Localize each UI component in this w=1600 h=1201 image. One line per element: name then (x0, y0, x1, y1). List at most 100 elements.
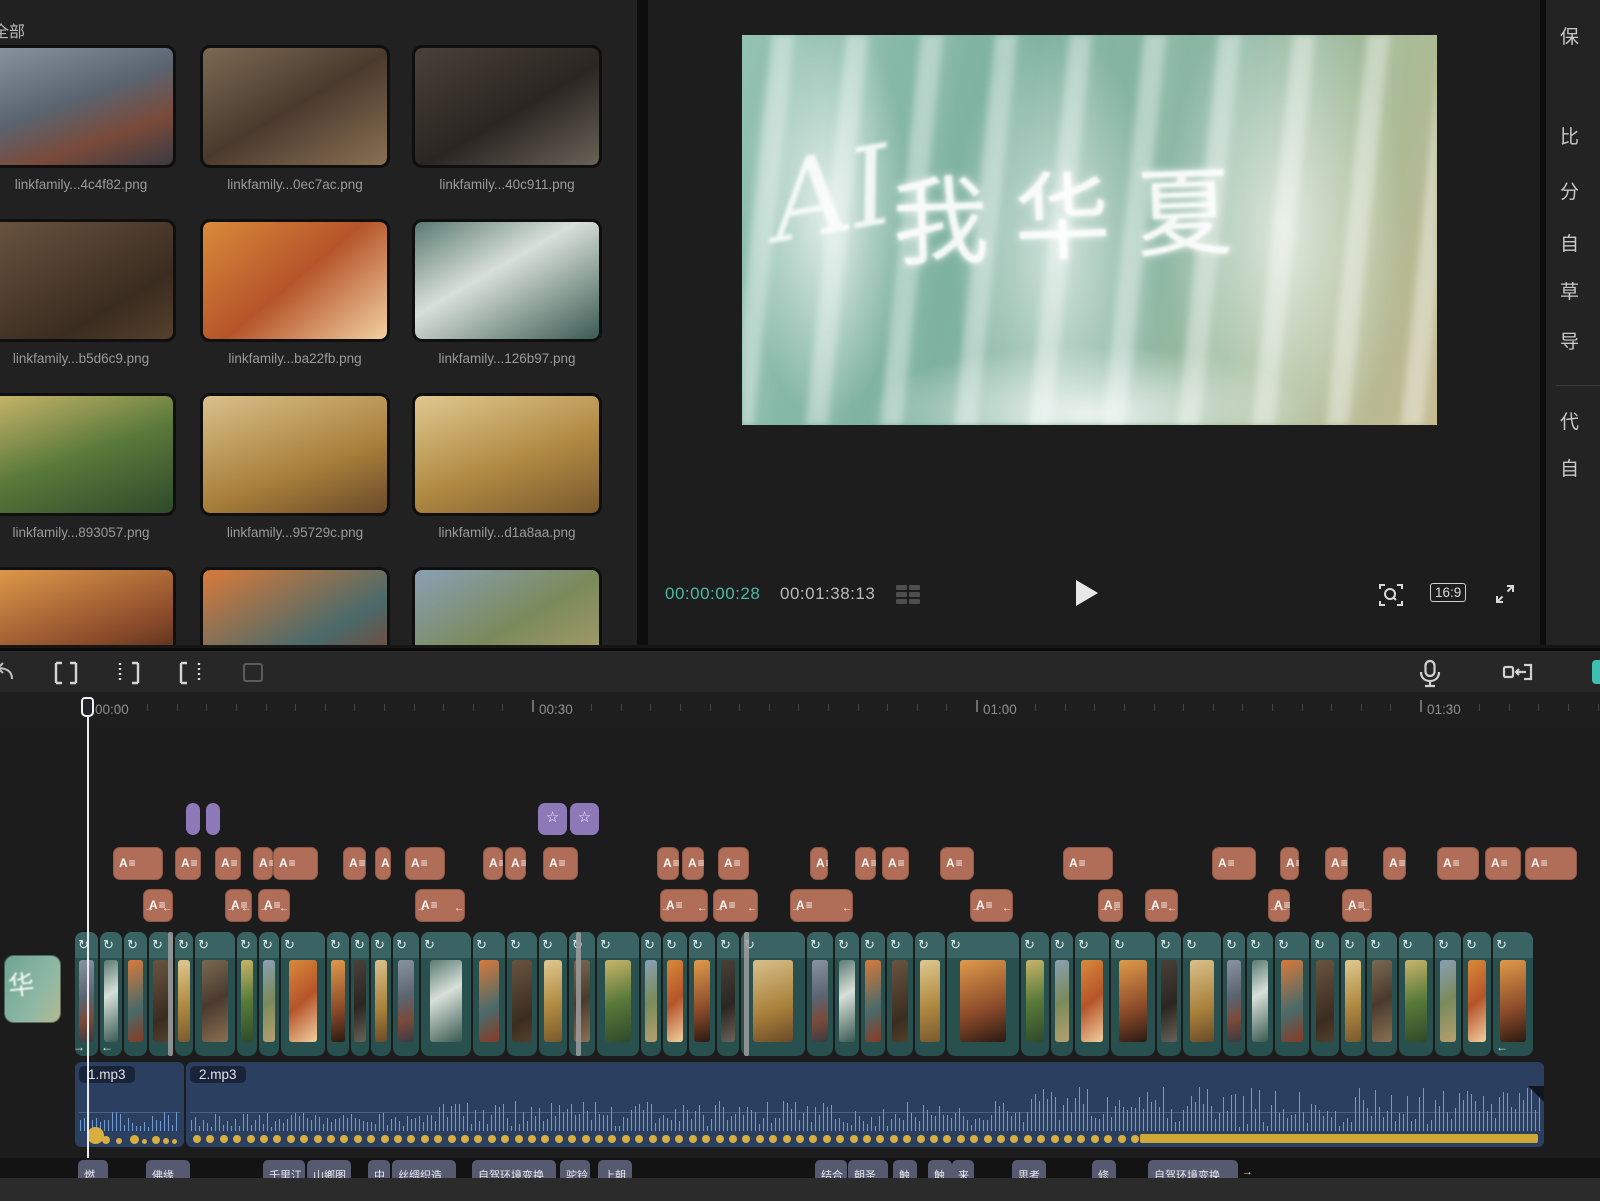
snap-attach-icon[interactable] (1502, 659, 1534, 685)
trim-handle-left[interactable]: → (1343, 892, 1353, 922)
trim-handle-right[interactable]: ← (1167, 892, 1177, 922)
record-voiceover-icon[interactable] (1417, 659, 1443, 689)
subtitle-tag[interactable]: 朝圣 (848, 1160, 888, 1178)
media-thumbnail[interactable] (0, 393, 176, 516)
media-item[interactable]: linkfamily...b5d6c9.png (0, 219, 176, 366)
subtitle-tag[interactable]: 千里江 (263, 1160, 305, 1178)
video-clip[interactable]: ↻ (1367, 932, 1397, 1056)
text-clip[interactable]: A≡ (1325, 847, 1348, 880)
video-clip[interactable]: ↻ (539, 932, 567, 1056)
media-thumbnail[interactable] (0, 219, 176, 342)
video-clip[interactable]: ↻ (327, 932, 349, 1056)
trim-handle-right[interactable]: ← (1279, 892, 1289, 922)
text-clip[interactable]: A≡万→← (713, 889, 758, 922)
video-preview-frame[interactable]: AI 我华夏 (742, 35, 1437, 425)
subtitle-tag[interactable]: 上朝 (598, 1160, 632, 1178)
trim-handle-left[interactable]: → (1146, 892, 1156, 922)
video-clip[interactable]: ↻ (689, 932, 715, 1056)
text-clip[interactable]: A≡ (483, 847, 503, 880)
trim-handle-left[interactable]: → (661, 892, 671, 922)
video-clip[interactable]: ↻ (1021, 932, 1049, 1056)
transition-handle[interactable] (168, 932, 173, 1056)
text-clip[interactable]: A≡ (1280, 847, 1299, 880)
trim-handle-right[interactable]: ← (241, 892, 251, 922)
focus-zoom-icon[interactable] (1378, 582, 1404, 608)
video-clip[interactable]: ↻ (807, 932, 833, 1056)
subtitle-tag[interactable]: 结合 (815, 1160, 847, 1178)
video-clip[interactable]: ↻deforur (947, 932, 1019, 1056)
playhead-line[interactable] (87, 700, 89, 1158)
timeline-ruler[interactable]: 00:0000:3001:0001:30 (0, 692, 1600, 728)
text-clip[interactable]: A≡ (1383, 847, 1406, 880)
media-thumbnail[interactable] (200, 45, 390, 168)
video-clip[interactable]: ↻ (1157, 932, 1181, 1056)
text-clip[interactable]: A≡ (375, 847, 391, 880)
text-clip[interactable]: A≡→← (143, 889, 173, 922)
sidebar-menu-item[interactable]: 自 (1560, 454, 1579, 481)
text-clip[interactable]: A≡ (175, 847, 201, 880)
trim-handle-left[interactable]: → (714, 892, 724, 922)
video-clip[interactable]: ↻ (1493, 932, 1533, 1056)
media-thumbnail[interactable] (412, 219, 602, 342)
video-clip[interactable]: ↻ (717, 932, 739, 1056)
preview-quality-icon[interactable] (896, 585, 922, 605)
toolbar-toggle-partial[interactable] (1592, 660, 1600, 684)
video-clip[interactable]: ↻ (663, 932, 687, 1056)
text-clip[interactable]: A≡这 (1212, 847, 1256, 880)
media-thumbnail[interactable] (0, 45, 176, 168)
video-clip[interactable]: ↻Ge (1111, 932, 1155, 1056)
video-clip[interactable]: ↻ (741, 932, 805, 1056)
media-item[interactable] (200, 567, 390, 645)
trim-handle-right[interactable]: ← (279, 892, 289, 922)
video-clip[interactable]: ↻ (100, 932, 122, 1056)
trim-handle-right[interactable]: ← (747, 892, 757, 922)
text-clip[interactable]: A≡→← (1268, 889, 1290, 922)
video-clip[interactable]: ↻ (1075, 932, 1109, 1056)
text-clip[interactable]: A≡ (940, 847, 974, 880)
media-thumbnail[interactable] (412, 567, 602, 645)
sidebar-menu-item[interactable]: 比 (1560, 122, 1579, 149)
text-clip[interactable]: A≡ (253, 847, 273, 880)
trim-handle-right[interactable]: ← (1112, 892, 1122, 922)
video-clip[interactable]: ↻ (124, 932, 147, 1056)
effect-clip[interactable]: ☆ (570, 803, 599, 835)
split-keep-right-icon[interactable] (114, 659, 142, 687)
sidebar-menu-item[interactable]: 草 (1560, 277, 1579, 304)
subtitle-tag[interactable]: 佛缘 (146, 1160, 190, 1178)
subtitle-tag[interactable]: 驼铃 (560, 1160, 590, 1178)
text-clip[interactable]: A≡三 (1437, 847, 1479, 880)
subtitle-tag[interactable]: 触 (893, 1160, 917, 1178)
trim-handle-left[interactable]: → (259, 892, 269, 922)
sidebar-menu-item[interactable]: 保 (1560, 22, 1579, 49)
video-clip[interactable]: ↻ (259, 932, 279, 1056)
effect-pill-clip[interactable] (206, 803, 220, 835)
trim-handle-right[interactable]: ← (842, 892, 852, 922)
media-item[interactable]: linkfamily...893057.png (0, 393, 176, 540)
audio-clip[interactable]: 1.mp3 (75, 1062, 184, 1147)
media-item[interactable]: linkfamily...ba22fb.png (200, 219, 390, 366)
clip-trim-arrow[interactable]: ← (1496, 1040, 1508, 1054)
sidebar-menu-item[interactable]: 自 (1560, 229, 1579, 256)
text-clip[interactable]: A≡ (682, 847, 704, 880)
play-button[interactable] (1076, 580, 1098, 606)
trim-handle-left[interactable]: → (226, 892, 236, 922)
sidebar-menu-item[interactable]: 导 (1560, 327, 1579, 354)
video-clip[interactable]: ↻ (1223, 932, 1245, 1056)
media-item[interactable]: linkfamily...0ec7ac.png (200, 45, 390, 192)
trim-handle-left[interactable]: → (1099, 892, 1109, 922)
text-clip[interactable]: A≡始→← (660, 889, 708, 922)
media-thumbnail[interactable] (200, 567, 390, 645)
text-clip[interactable]: A≡ (505, 847, 526, 880)
trim-handle-right[interactable]: ← (162, 892, 172, 922)
video-clip[interactable]: ↻Ge (281, 932, 325, 1056)
text-clip[interactable]: A≡→← (1145, 889, 1178, 922)
text-clip[interactable]: A≡变 (543, 847, 578, 880)
video-clip[interactable]: ↻ (1341, 932, 1365, 1056)
undo-icon[interactable] (0, 659, 16, 685)
video-clip[interactable]: ↻ (237, 932, 257, 1056)
video-clip[interactable]: ↻ (393, 932, 419, 1056)
subtitle-tag[interactable]: 中 (368, 1160, 390, 1178)
trim-handle-left[interactable]: → (791, 892, 801, 922)
text-clip[interactable]: A≡孔→← (415, 889, 465, 922)
text-clip[interactable]: A≡ (718, 847, 749, 880)
